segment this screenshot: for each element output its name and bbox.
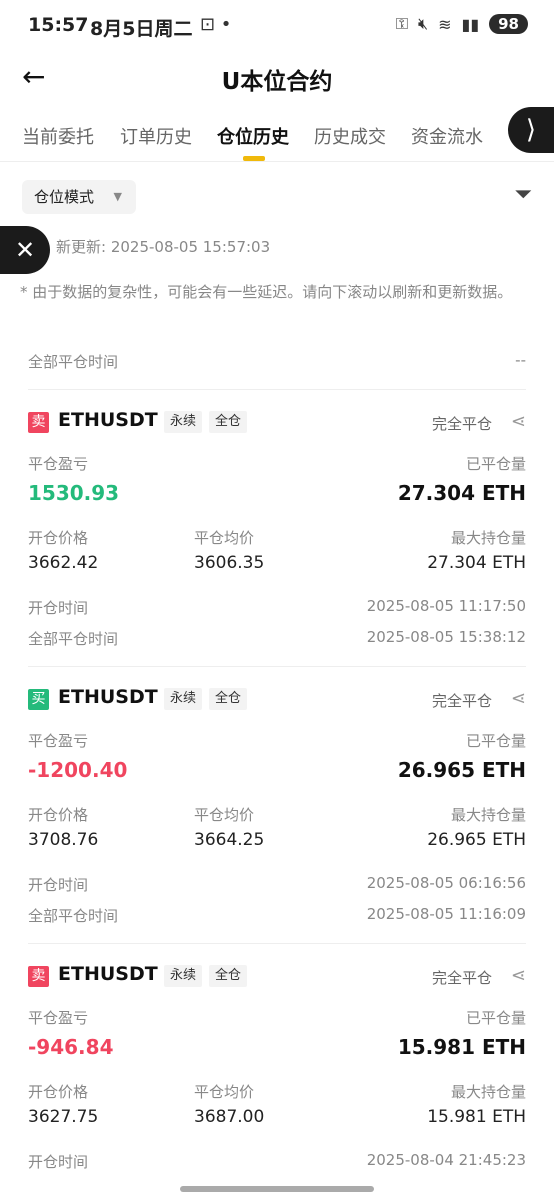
battery-badge: 98 [489,14,528,34]
signal-icon: ▮▮ [461,14,480,34]
status-time: 15:57 [28,14,89,36]
cross-tag: 全仓 [209,965,248,987]
close-time-filter-value: -- [515,351,526,369]
divider [28,666,526,667]
home-indicator[interactable] [180,1186,374,1192]
share-icon[interactable]: ⋖ [511,688,526,709]
pnl-label: 平仓盈亏 [28,455,89,473]
status-icons: ⚿ 🔇︎ ≋ ▮▮ 98 [396,14,528,34]
symbol: ETHUSDT [58,686,158,708]
tab-bar: 当前委托 订单历史 仓位历史 历史成交 资金流水 [0,118,554,162]
avg-close-value: 3664.25 [194,830,265,850]
buy-badge: 买 [28,689,49,710]
open-price-label: 开仓价格 [28,806,89,824]
tab-open-orders[interactable]: 当前委托 [22,123,94,149]
max-pos-label: 最大持仓量 [450,806,526,824]
status-label: 完全平仓 [431,969,492,987]
app-logo-icon[interactable]: ✕ [0,226,50,274]
cross-tag: 全仓 [209,688,248,710]
closed-qty-label: 已平仓量 [465,1009,526,1027]
pnl-value: -1200.40 [28,758,128,782]
tab-trade-history[interactable]: 历史成交 [314,123,386,149]
pnl-value: -946.84 [28,1035,114,1059]
closed-qty-value: 26.965 ETH [397,758,526,782]
open-time-label: 开仓时间 [28,876,89,894]
last-updated: 新更新: 2025-08-05 15:57:03 [56,238,271,256]
closed-qty-value: 27.304 ETH [397,481,526,505]
divider [28,943,526,944]
wifi-icon: ≋ [438,14,452,34]
open-time-value: 2025-08-05 06:16:56 [366,874,526,892]
divider [28,389,526,390]
position-mode-dropdown[interactable]: 仓位模式 ▼ [22,180,136,214]
page-title: U本位合约 [221,69,333,95]
avg-close-label: 平仓均价 [194,1083,255,1101]
caret-down-icon: ▼ [113,190,122,203]
sell-badge: 卖 [28,966,49,987]
close-time-filter[interactable]: 全部平仓时间 -- [28,351,526,372]
max-pos-value: 15.981 ETH [427,1107,526,1127]
open-price-value: 3627.75 [28,1107,99,1127]
active-tab-indicator [243,156,265,161]
symbol: ETHUSDT [58,409,158,431]
closed-qty-value: 15.981 ETH [397,1035,526,1059]
max-pos-value: 27.304 ETH [427,553,526,573]
close-time-filter-label: 全部平仓时间 [28,353,119,371]
close-time-label: 全部平仓时间 [28,630,119,648]
header: ← U本位合约 [0,54,554,100]
share-icon[interactable]: ⋖ [511,411,526,432]
max-pos-label: 最大持仓量 [450,1083,526,1101]
open-price-value: 3662.42 [28,553,99,573]
screenshot-icon: ⊡ • [200,14,232,35]
symbol: ETHUSDT [58,963,158,985]
perpetual-tag: 永续 [164,411,203,433]
sell-badge: 卖 [28,412,49,433]
status-date: 8月5日周二 [90,18,193,40]
closed-qty-label: 已平仓量 [465,455,526,473]
pnl-label: 平仓盈亏 [28,732,89,750]
open-time-value: 2025-08-04 21:45:23 [366,1151,526,1169]
delay-notice: * 由于数据的复杂性，可能会有一些延迟。请向下滚动以刷新和更新数据。 [20,283,513,301]
share-icon[interactable]: ⋖ [511,965,526,986]
max-pos-value: 26.965 ETH [427,830,526,850]
close-time-label: 全部平仓时间 [28,907,119,925]
tab-position-history[interactable]: 仓位历史 [217,123,289,149]
status-label: 完全平仓 [431,415,492,433]
open-price-label: 开仓价格 [28,1083,89,1101]
pnl-value: 1530.93 [28,481,120,505]
close-time-value: 2025-08-05 11:16:09 [366,905,526,923]
avg-close-value: 3606.35 [194,553,265,573]
mute-icon: 🔇︎ [418,14,429,33]
open-time-value: 2025-08-05 11:17:50 [366,597,526,615]
status-bar: 15:57 8月5日周二 ⊡ • ⚿ 🔇︎ ≋ ▮▮ 98 [0,0,554,54]
filter-icon[interactable]: ⏷ [514,182,532,207]
status-label: 完全平仓 [431,692,492,710]
tab-funding-flow[interactable]: 资金流水 [411,123,483,149]
max-pos-label: 最大持仓量 [450,529,526,547]
position-mode-label: 仓位模式 [34,188,95,206]
perpetual-tag: 永续 [164,688,203,710]
perpetual-tag: 永续 [164,965,203,987]
pnl-label: 平仓盈亏 [28,1009,89,1027]
tab-order-history[interactable]: 订单历史 [120,123,192,149]
close-time-value: 2025-08-05 15:38:12 [366,628,526,646]
open-time-label: 开仓时间 [28,1153,89,1171]
avg-close-label: 平仓均价 [194,529,255,547]
avg-close-label: 平仓均价 [194,806,255,824]
closed-qty-label: 已平仓量 [465,732,526,750]
avg-close-value: 3687.00 [194,1107,265,1127]
open-price-value: 3708.76 [28,830,99,850]
key-icon: ⚿ [395,14,409,33]
open-time-label: 开仓时间 [28,599,89,617]
switch-icon[interactable]: ⟩ [508,107,554,153]
cross-tag: 全仓 [209,411,248,433]
open-price-label: 开仓价格 [28,529,89,547]
